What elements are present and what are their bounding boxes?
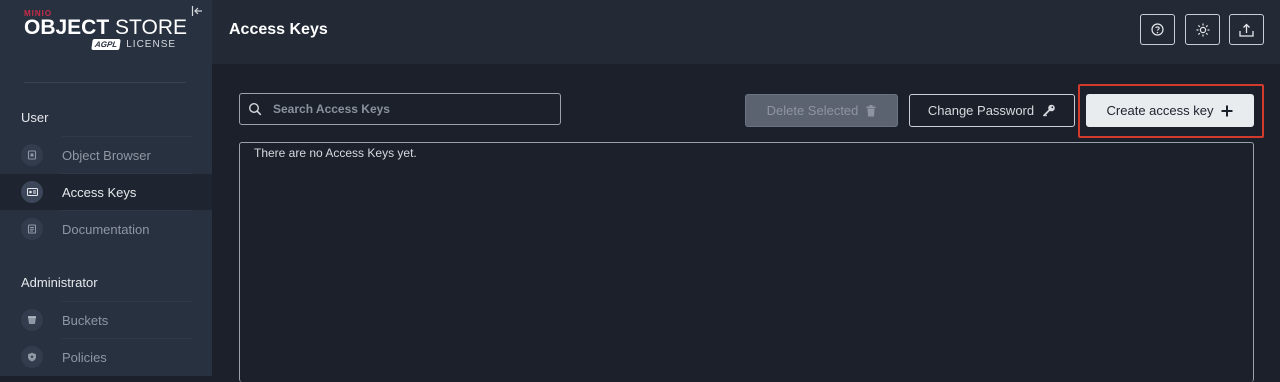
collapse-sidebar-button[interactable] xyxy=(190,4,204,18)
documentation-icon xyxy=(21,218,43,240)
access-keys-icon xyxy=(21,181,43,203)
page-header: Access Keys xyxy=(212,0,1280,64)
theme-toggle-button[interactable] xyxy=(1185,14,1220,45)
highlight-box xyxy=(1078,84,1264,138)
upload-button[interactable] xyxy=(1229,14,1264,45)
sidebar-item-documentation[interactable]: Documentation xyxy=(0,211,212,247)
section-title-administrator: Administrator xyxy=(21,275,98,290)
policies-icon xyxy=(21,346,43,368)
sidebar-item-label: Buckets xyxy=(62,312,109,328)
empty-state-message: There are no Access Keys yet. xyxy=(254,146,417,160)
theme-toggle-icon xyxy=(1196,23,1209,36)
logo-product-light: STORE xyxy=(115,16,187,39)
logo-product-bold: OBJECT xyxy=(24,16,110,39)
search-box[interactable] xyxy=(239,93,561,125)
minio-logo[interactable]: MINIO OBJECT STORE AGPL LICENSE xyxy=(24,9,194,69)
object-browser-icon xyxy=(21,144,43,166)
upload-icon xyxy=(1239,23,1254,37)
search-input[interactable] xyxy=(271,101,555,117)
section-title-user: User xyxy=(21,110,49,125)
page-title: Access Keys xyxy=(229,21,328,38)
agpl-badge: AGPL xyxy=(91,39,122,50)
search-icon xyxy=(248,102,262,116)
sidebar-item-policies[interactable]: Policies xyxy=(0,339,212,375)
sidebar-item-access-keys[interactable]: Access Keys xyxy=(0,174,212,210)
buckets-icon xyxy=(21,309,43,331)
delete-selected-label: Delete Selected xyxy=(766,103,859,118)
sidebar-item-label: Object Browser xyxy=(62,147,151,163)
change-password-label: Change Password xyxy=(927,103,1035,118)
sidebar-item-label: Policies xyxy=(62,349,107,365)
sidebar-item-label: Documentation xyxy=(62,221,150,237)
license-label: LICENSE xyxy=(126,39,177,50)
sidebar: MINIO OBJECT STORE AGPL LICENSE User Obj… xyxy=(0,0,212,376)
access-keys-table: There are no Access Keys yet. xyxy=(239,142,1254,382)
sidebar-item-label: Access Keys xyxy=(62,184,137,200)
change-password-button[interactable]: Change Password xyxy=(909,94,1075,127)
sidebar-item-object-browser[interactable]: Object Browser xyxy=(0,137,212,173)
key-icon xyxy=(1042,104,1055,117)
trash-icon xyxy=(866,104,876,116)
delete-selected-button[interactable]: Delete Selected xyxy=(745,94,898,127)
help-icon xyxy=(1151,23,1164,36)
collapse-left-icon xyxy=(191,6,202,16)
license-row: AGPL LICENSE xyxy=(91,39,194,50)
sidebar-item-buckets[interactable]: Buckets xyxy=(0,302,212,338)
logo-product: OBJECT STORE xyxy=(24,17,194,39)
sidebar-divider xyxy=(24,82,186,83)
help-button[interactable] xyxy=(1140,14,1175,45)
